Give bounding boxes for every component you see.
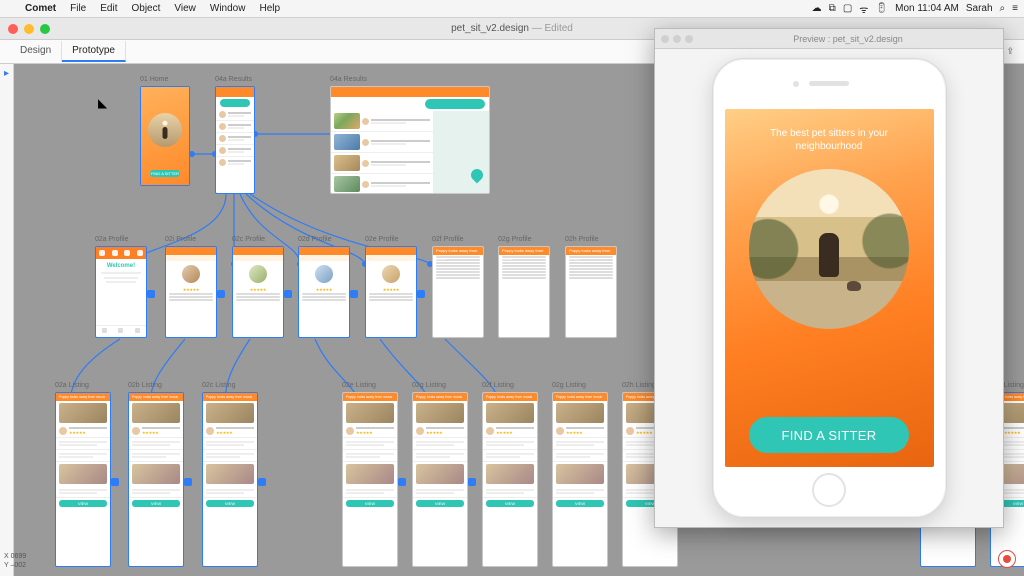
document-title: pet_sit_v2.design: [451, 23, 529, 34]
artboard-label: 02c Profile: [232, 236, 265, 243]
preview-screen[interactable]: The best pet sitters in your neighbourho…: [725, 109, 934, 467]
artboard-results-wide[interactable]: [330, 86, 490, 194]
artboard-profile[interactable]: Poppy looks away from music: [432, 246, 484, 338]
macos-menubar: Comet File Edit Object View Window Help …: [0, 0, 1024, 18]
preview-stage: The best pet sitters in your neighbourho…: [655, 49, 1003, 527]
artboard-profile[interactable]: Poppy looks away from music: [498, 246, 550, 338]
canvas-coordinates: X 0699Y –002: [4, 553, 26, 570]
menu-extra-icon[interactable]: ≡: [1012, 3, 1018, 14]
artboard-label: 02g Profile: [498, 236, 531, 243]
connection-handle[interactable]: [147, 290, 155, 298]
hero-image: [749, 169, 909, 329]
menu-help[interactable]: Help: [252, 3, 287, 14]
tab-prototype[interactable]: Prototype: [62, 41, 126, 62]
connection-handle[interactable]: [350, 290, 358, 298]
connection-handle[interactable]: [417, 290, 425, 298]
artboard-label: 02i Profile: [165, 236, 196, 243]
artboard-label: 02a Listing: [55, 382, 89, 389]
connection-handle[interactable]: [258, 478, 266, 486]
connection-handle[interactable]: [217, 290, 225, 298]
preview-max[interactable]: [685, 35, 693, 43]
find-sitter-button[interactable]: FIND A SITTER: [749, 417, 909, 453]
menu-file[interactable]: File: [63, 3, 93, 14]
artboard-profile[interactable]: …★★★★★: [232, 246, 284, 338]
preview-title: Preview : pet_sit_v2.design: [693, 34, 1003, 44]
artboard-profile[interactable]: Welcome!: [95, 246, 147, 338]
connection-handle[interactable]: [398, 478, 406, 486]
artboard-listing[interactable]: Poppy looks away from music★★★★★VIEW: [342, 392, 398, 567]
phone-camera: [793, 81, 799, 87]
home-button-icon[interactable]: [812, 473, 846, 507]
artboard-label: 02h Profile: [565, 236, 598, 243]
artboard-label: 04a Results: [330, 76, 367, 83]
airplay-icon: ▢: [843, 3, 852, 14]
artboard-listing[interactable]: Poppy looks away from music★★★★★VIEW: [482, 392, 538, 567]
app-name[interactable]: Comet: [18, 3, 63, 14]
wifi-icon: ᯤ: [859, 2, 868, 16]
cursor-icon: ◣: [98, 96, 107, 110]
connection-handle[interactable]: [468, 478, 476, 486]
device-frame: The best pet sitters in your neighbourho…: [712, 58, 947, 518]
hero-tagline: The best pet sitters in your neighbourho…: [739, 127, 920, 153]
artboard-label: 02c Listing: [202, 382, 235, 389]
artboard-label: 02f Profile: [432, 236, 464, 243]
display-icon: ⧉: [829, 3, 836, 14]
artboard-label: 02d Profile: [298, 236, 331, 243]
artboard-listing[interactable]: Poppy looks away from music★★★★★VIEW: [412, 392, 468, 567]
tool-strip: ▸: [0, 64, 14, 576]
menu-view[interactable]: View: [167, 3, 203, 14]
artboard-label: 02b Listing: [128, 382, 162, 389]
artboard-profile[interactable]: …★★★★★: [165, 246, 217, 338]
spotlight-icon[interactable]: ⌕: [1000, 3, 1006, 14]
record-indicator-icon: [998, 550, 1016, 568]
preview-close[interactable]: [661, 35, 669, 43]
menu-window[interactable]: Window: [203, 3, 253, 14]
connection-handle[interactable]: [184, 478, 192, 486]
preview-min[interactable]: [673, 35, 681, 43]
preview-window[interactable]: Preview : pet_sit_v2.design The best pet…: [654, 28, 1004, 528]
connection-handle[interactable]: [111, 478, 119, 486]
artboard-label: 02e Listing: [342, 382, 376, 389]
menu-edit[interactable]: Edit: [93, 3, 124, 14]
artboard-listing[interactable]: Poppy looks away from music★★★★★VIEW: [55, 392, 111, 567]
artboard-label: 02a Profile: [95, 236, 128, 243]
artboard-label: 02f Listing: [482, 382, 514, 389]
connection-handle[interactable]: [284, 290, 292, 298]
battery-icon: 🔋︎: [875, 3, 888, 14]
artboard-listing[interactable]: Poppy looks away from music★★★★★VIEW: [202, 392, 258, 567]
artboard-profile[interactable]: …★★★★★: [365, 246, 417, 338]
artboard-label: 02h Listing: [622, 382, 656, 389]
artboard-label: 02g Listing: [552, 382, 586, 389]
clock: Mon 11:04 AM: [895, 3, 959, 14]
artboard-profile[interactable]: Poppy looks away from music: [565, 246, 617, 338]
artboard-label: 02e Profile: [365, 236, 398, 243]
document-edited: — Edited: [532, 23, 573, 34]
pointer-tool[interactable]: ▸: [4, 68, 9, 79]
artboard-profile[interactable]: …★★★★★: [298, 246, 350, 338]
artboard-listing[interactable]: Poppy looks away from music★★★★★VIEW: [128, 392, 184, 567]
artboard-label: 01 Home: [140, 76, 168, 83]
artboard-results-narrow[interactable]: [215, 86, 255, 194]
cta-mini: FIND A SITTER: [150, 170, 180, 177]
user-name[interactable]: Sarah: [966, 3, 993, 14]
cloud-icon: ☁: [812, 3, 822, 14]
phone-earpiece: [809, 81, 849, 86]
artboard-home[interactable]: FIND A SITTER: [140, 86, 190, 186]
artboard-label: 04a Results: [215, 76, 252, 83]
status-icons: ☁ ⧉ ▢ ᯤ 🔋︎ Mon 11:04 AM Sarah ⌕ ≡: [812, 2, 1024, 16]
artboard-listing[interactable]: Poppy looks away from music★★★★★VIEW: [552, 392, 608, 567]
tab-design[interactable]: Design: [10, 41, 62, 62]
menu-object[interactable]: Object: [124, 3, 167, 14]
share-button[interactable]: ⇪: [1006, 46, 1014, 57]
preview-titlebar[interactable]: Preview : pet_sit_v2.design: [655, 29, 1003, 49]
artboard-label: 02g Listing: [412, 382, 446, 389]
